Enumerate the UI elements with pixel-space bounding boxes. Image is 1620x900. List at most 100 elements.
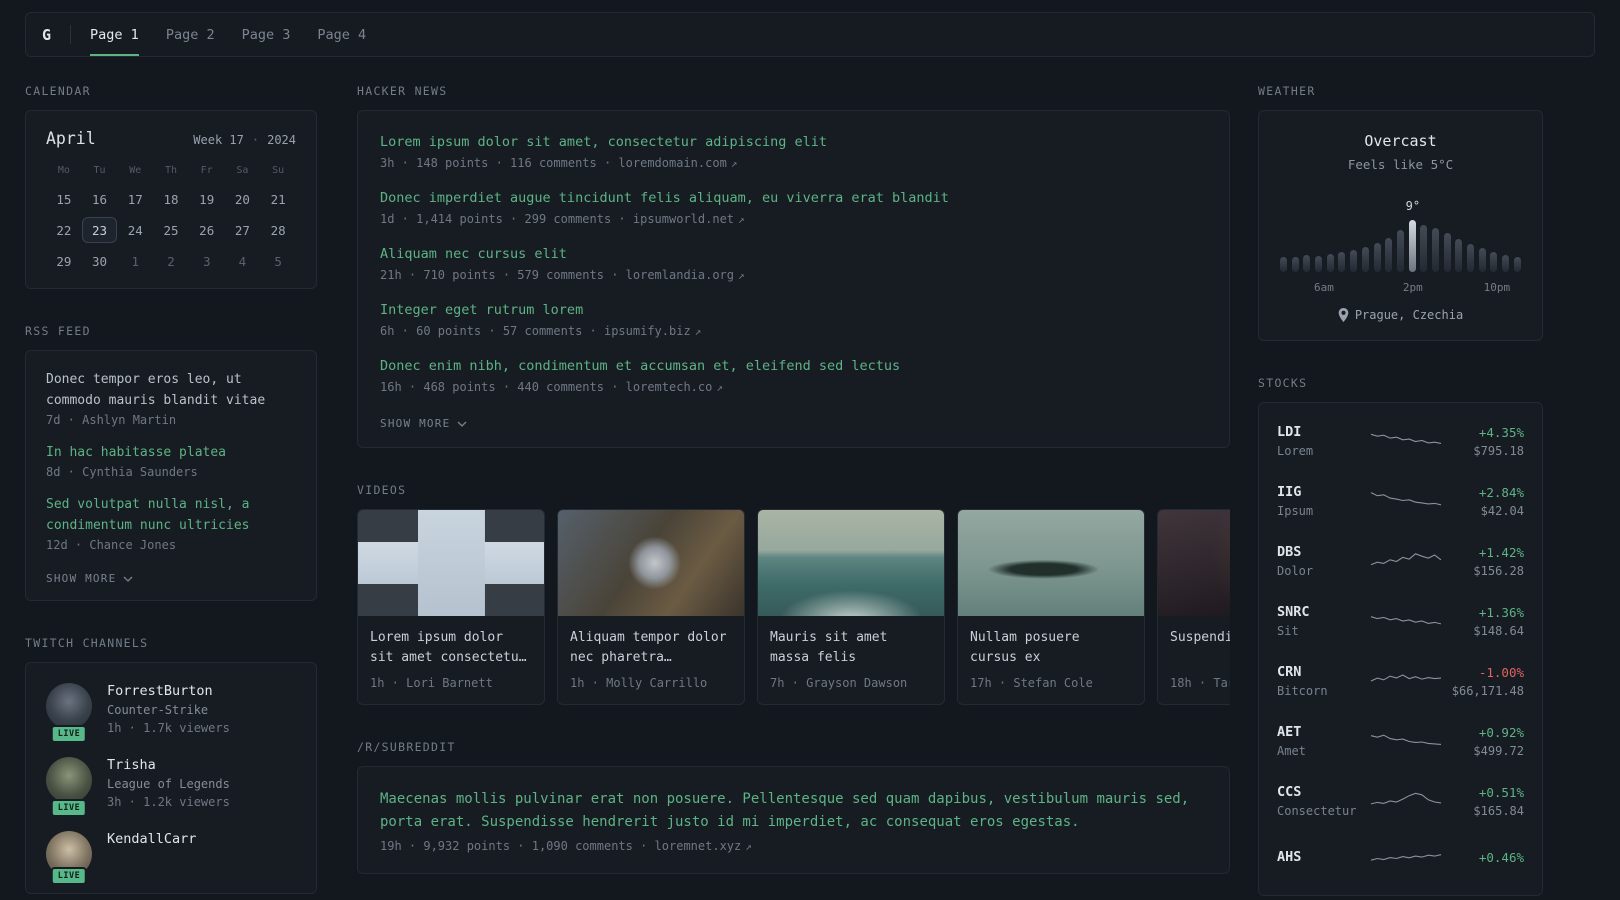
stock-change: +4.35% bbox=[1478, 424, 1524, 440]
weather-feels-like: Feels like 5°C bbox=[1347, 157, 1454, 172]
stock-price: $795.18 bbox=[1473, 443, 1524, 458]
tab-page-4[interactable]: Page 4 bbox=[317, 13, 366, 56]
channel-avatar[interactable] bbox=[46, 757, 92, 803]
stock-price: $66,171.48 bbox=[1451, 683, 1524, 698]
stock-row[interactable]: DBS Dolor +1.42% $156.28 bbox=[1277, 531, 1524, 591]
hacker-news-item-title[interactable]: Lorem ipsum dolor sit amet, consectetur … bbox=[380, 132, 1207, 153]
hacker-news-item: Donec enim nibh, condimentum et accumsan… bbox=[380, 356, 1207, 394]
rss-section-title: RSS FEED bbox=[25, 324, 91, 338]
dashboard-content: CALENDAR April Week 17 · 2024 Mo Tu We Th Fr… bbox=[25, 84, 1620, 900]
app-logo[interactable]: G bbox=[42, 13, 51, 56]
hacker-news-list: Lorem ipsum dolor sit amet, consectetur … bbox=[380, 132, 1207, 394]
twitch-widget: TWITCH CHANNELS LIVE ForrestBurton Counter… bbox=[25, 636, 317, 894]
weekday-label: Mo bbox=[57, 165, 70, 176]
source-link[interactable]: loremnet.xyz bbox=[655, 839, 742, 853]
video-card[interactable]: Aliquam tempor dolor nec pharetra… 1h · M… bbox=[557, 509, 745, 705]
video-title[interactable]: Suspendisse diam bbox=[1170, 628, 1230, 668]
video-title[interactable]: Nullam posuere cursus ex bbox=[970, 628, 1132, 668]
video-title[interactable]: Mauris sit amet massa felis bbox=[770, 628, 932, 668]
calendar-day: 1 bbox=[131, 253, 140, 269]
source-link[interactable]: loremlandia.org bbox=[626, 268, 734, 282]
video-card[interactable]: Suspendisse diam 18h · Tara bbox=[1157, 509, 1230, 705]
calendar-day: 29 bbox=[56, 253, 72, 269]
source-link[interactable]: loremtech.co bbox=[626, 380, 713, 394]
video-card[interactable]: Lorem ipsum dolor sit amet consectetu… 1h… bbox=[357, 509, 545, 705]
rss-item-title[interactable]: In hac habitasse platea bbox=[46, 442, 296, 463]
weather-bar bbox=[1478, 248, 1486, 272]
calendar-day: 30 bbox=[92, 253, 108, 269]
rss-show-more-button[interactable]: SHOW MORE bbox=[46, 572, 133, 585]
stock-sparkline bbox=[1370, 492, 1442, 506]
stock-name: Sit bbox=[1277, 624, 1299, 638]
stock-name: Dolor bbox=[1277, 564, 1314, 578]
stock-symbol: CRN bbox=[1277, 664, 1302, 680]
calendar-day: 15 bbox=[56, 191, 72, 207]
calendar-day: 16 bbox=[92, 191, 108, 207]
calendar-grid: 15 16 17 18 19 20 21 22 23 24 25 26 27 28 29 30 1 2 3 4 5 bbox=[46, 186, 296, 274]
tab-page-3[interactable]: Page 3 bbox=[242, 13, 291, 56]
hacker-news-item-title[interactable]: Donec enim nibh, condimentum et accumsan… bbox=[380, 356, 1207, 377]
hacker-news-item-title[interactable]: Aliquam nec cursus elit bbox=[380, 244, 1207, 265]
weekday-label: Fr bbox=[200, 165, 213, 176]
channel-avatar[interactable] bbox=[46, 683, 92, 729]
stock-change: +0.92% bbox=[1478, 724, 1524, 740]
source-link[interactable]: loremdomain.com bbox=[618, 156, 726, 170]
videos-section-title: VIDEOS bbox=[357, 483, 407, 497]
hacker-news-item-meta: 6h · 60 points · 57 comments · ipsumify.… bbox=[380, 324, 702, 338]
calendar-week-label: Week 17 bbox=[193, 133, 244, 147]
channel-meta: 3h · 1.2k viewers bbox=[107, 795, 230, 809]
video-thumbnail bbox=[358, 510, 544, 616]
rss-card: Donec tempor eros leo, ut commodo mauris… bbox=[25, 350, 317, 601]
hacker-news-item-title[interactable]: Integer eget rutrum lorem bbox=[380, 300, 1207, 321]
stock-row[interactable]: CRN Bitcorn -1.00% $66,171.48 bbox=[1277, 651, 1524, 711]
weekday-label: Sa bbox=[236, 165, 249, 176]
video-thumbnail bbox=[958, 510, 1144, 616]
video-title[interactable]: Lorem ipsum dolor sit amet consectetu… bbox=[370, 628, 532, 668]
hacker-news-item-meta: 3h · 148 points · 116 comments · loremdo… bbox=[380, 156, 738, 170]
stock-name: Lorem bbox=[1277, 444, 1314, 458]
right-column: WEATHER Overcast Feels like 5°C 9° 6am 2p… bbox=[1258, 84, 1543, 900]
stock-left: LDI Lorem bbox=[1277, 424, 1369, 458]
calendar-day: 19 bbox=[199, 191, 215, 207]
channel-category[interactable]: League of Legends bbox=[107, 777, 230, 791]
left-column: CALENDAR April Week 17 · 2024 Mo Tu We Th Fr… bbox=[25, 84, 317, 900]
tab-page-2[interactable]: Page 2 bbox=[166, 13, 215, 56]
channel-category[interactable]: Counter-Strike bbox=[107, 703, 230, 717]
stock-row[interactable]: LDI Lorem +4.35% $795.18 bbox=[1277, 411, 1524, 471]
calendar-widget: CALENDAR April Week 17 · 2024 Mo Tu We Th Fr… bbox=[25, 84, 317, 289]
rss-item-title[interactable]: Donec tempor eros leo, ut commodo mauris… bbox=[46, 369, 296, 411]
twitch-avatar-wrap: LIVE bbox=[46, 831, 92, 885]
tab-page-1[interactable]: Page 1 bbox=[90, 13, 139, 56]
calendar-day: 24 bbox=[127, 222, 143, 238]
live-badge: LIVE bbox=[50, 725, 88, 743]
channel-name[interactable]: Trisha bbox=[107, 757, 230, 773]
video-title[interactable]: Aliquam tempor dolor nec pharetra… bbox=[570, 628, 732, 668]
hacker-news-item-meta: 16h · 468 points · 440 comments · loremt… bbox=[380, 380, 723, 394]
weather-bar bbox=[1303, 255, 1311, 272]
subreddit-section-title: /R/SUBREDDIT bbox=[357, 740, 456, 754]
subreddit-widget: /R/SUBREDDIT Maecenas mollis pulvinar er… bbox=[357, 740, 1230, 874]
stock-row[interactable]: CCS Consectetur +0.51% $165.84 bbox=[1277, 771, 1524, 831]
rss-item-title[interactable]: Sed volutpat nulla nisl, a condimentum n… bbox=[46, 494, 296, 536]
weather-time-label: 10pm bbox=[1483, 281, 1511, 294]
weather-bar bbox=[1502, 255, 1510, 272]
subreddit-card: Maecenas mollis pulvinar erat non posuer… bbox=[357, 766, 1230, 874]
stock-right: +0.46% bbox=[1443, 850, 1524, 869]
stock-row[interactable]: SNRC Sit +1.36% $148.64 bbox=[1277, 591, 1524, 651]
stock-row[interactable]: AHS +0.46% bbox=[1277, 831, 1524, 887]
source-link[interactable]: ipsumify.biz bbox=[604, 324, 691, 338]
stock-row[interactable]: IIG Ipsum +2.84% $42.04 bbox=[1277, 471, 1524, 531]
source-link[interactable]: ipsumworld.net bbox=[633, 212, 734, 226]
hacker-news-item-title[interactable]: Donec imperdiet augue tincidunt felis al… bbox=[380, 188, 1207, 209]
subreddit-post-meta: 19h · 9,932 points · 1,090 comments · lo… bbox=[380, 839, 752, 853]
channel-name[interactable]: ForrestBurton bbox=[107, 683, 230, 699]
hacker-news-show-more-button[interactable]: SHOW MORE bbox=[380, 417, 467, 430]
stock-row[interactable]: AET Amet +0.92% $499.72 bbox=[1277, 711, 1524, 771]
rss-item-meta: 12d · Chance Jones bbox=[46, 538, 177, 552]
video-card[interactable]: Nullam posuere cursus ex 17h · Stefan Col… bbox=[957, 509, 1145, 705]
weather-bar bbox=[1443, 233, 1451, 272]
video-card[interactable]: Mauris sit amet massa felis 7h · Grayson … bbox=[757, 509, 945, 705]
subreddit-post-title[interactable]: Maecenas mollis pulvinar erat non posuer… bbox=[380, 788, 1207, 834]
nav-tabs: Page 1 Page 2 Page 3 Page 4 bbox=[90, 13, 366, 56]
channel-name[interactable]: KendallCarr bbox=[107, 831, 196, 847]
